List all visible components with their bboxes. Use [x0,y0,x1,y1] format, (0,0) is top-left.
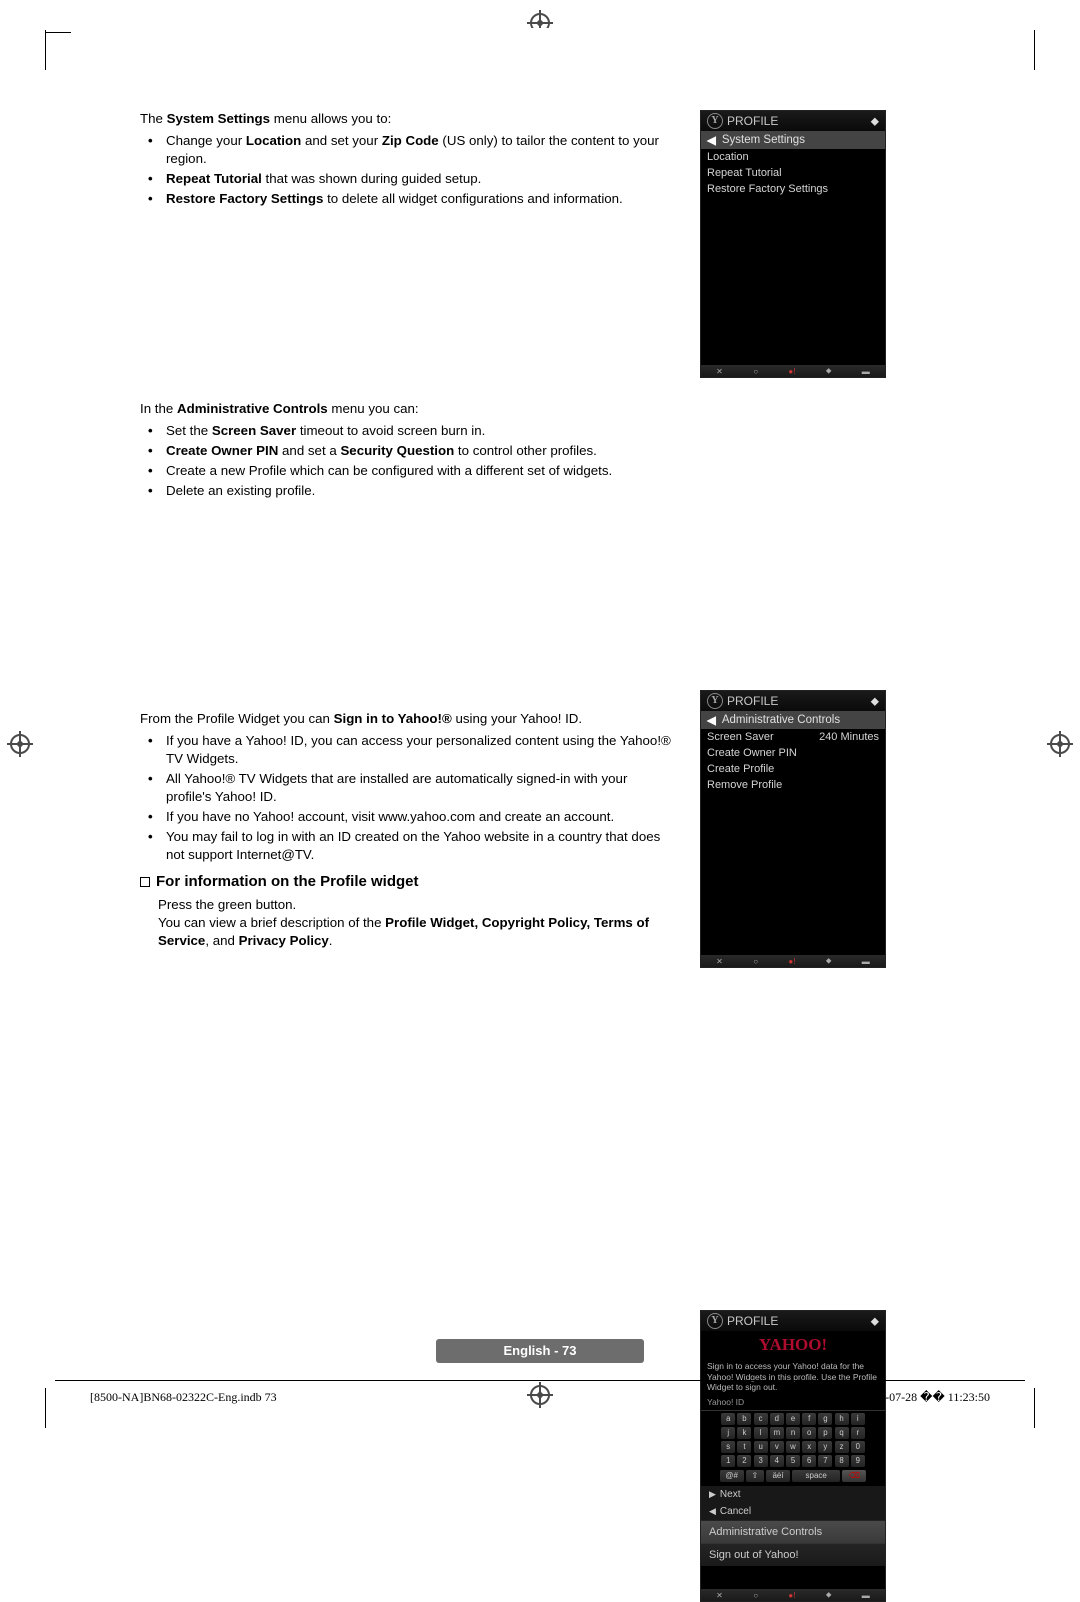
row-restore-factory[interactable]: Restore Factory Settings [701,181,885,197]
yahoo-icon: Y [707,1313,723,1329]
registration-mark-top [525,8,555,28]
key-special-2[interactable]: äėí [766,1470,790,1482]
key-9[interactable]: 9 [851,1455,865,1467]
key-t[interactable]: t [737,1441,751,1453]
key-h[interactable]: h [835,1413,849,1425]
key-w[interactable]: w [786,1441,800,1453]
footer-right: 2009-07-28 �� 11:23:50 [861,1390,990,1405]
registration-mark-left [5,729,35,759]
key-s[interactable]: s [721,1441,735,1453]
key-l[interactable]: l [754,1427,768,1439]
row-repeat-tutorial[interactable]: Repeat Tutorial [701,165,885,181]
yahoo-icon: Y [707,113,723,129]
key-g[interactable]: g [818,1413,832,1425]
key-k[interactable]: k [737,1427,751,1439]
key-v[interactable]: v [770,1441,784,1453]
key-2[interactable]: 2 [737,1455,751,1467]
footer-rule [55,1380,1025,1381]
page-number-pill: English - 73 [436,1339,644,1363]
key-4[interactable]: 4 [770,1455,784,1467]
key-f[interactable]: f [802,1413,816,1425]
star-icon: ⬥ [871,694,879,709]
key-c[interactable]: c [754,1413,768,1425]
footer-left: [8500-NA]BN68-02322C-Eng.indb 73 [90,1390,277,1405]
key-d[interactable]: d [770,1413,784,1425]
star-icon: ⬥ [871,1314,879,1329]
registration-mark-right [1045,729,1075,759]
key-n[interactable]: n [786,1427,800,1439]
key-m[interactable]: m [770,1427,784,1439]
panel-yahoo-signin: YPROFILE⬥ YAHOO! Sign in to access your … [700,1310,886,1602]
key-special-4[interactable]: ⌫ [842,1470,866,1482]
key-q[interactable]: q [835,1427,849,1439]
key-i[interactable]: i [851,1413,865,1425]
sec2-intro: In the Administrative Controls menu you … [140,400,675,418]
signout-row[interactable]: Sign out of Yahoo! [701,1543,885,1566]
key-8[interactable]: 8 [835,1455,849,1467]
key-special-0[interactable]: @# [720,1470,744,1482]
row-location[interactable]: Location [701,149,885,165]
key-special-1[interactable]: ⇧ [746,1470,764,1482]
key-e[interactable]: e [786,1413,800,1425]
profile-info-desc: You can view a brief description of the … [158,914,675,950]
key-b[interactable]: b [737,1413,751,1425]
key-special-3[interactable]: space [792,1470,840,1482]
admin-controls-row[interactable]: Administrative Controls [701,1520,885,1543]
next-row[interactable]: ▶Next [701,1486,885,1503]
sec3-list: If you have a Yahoo! ID, you can access … [140,732,675,864]
panel-system-settings: YPROFILE⬥ ◀System Settings Location Repe… [700,110,886,378]
key-1[interactable]: 1 [721,1455,735,1467]
registration-mark-bottom [525,1380,555,1410]
key-a[interactable]: a [721,1413,735,1425]
back-arrow-icon[interactable]: ◀ [707,133,716,147]
sec2-list: Set the Screen Saver timeout to avoid sc… [140,422,675,500]
yahoo-id-field[interactable]: Yahoo! ID [701,1395,885,1411]
key-r[interactable]: r [851,1427,865,1439]
star-icon: ⬥ [871,114,879,129]
sec1-intro: The System Settings menu allows you to: [140,110,675,128]
key-y[interactable]: y [818,1441,832,1453]
key-6[interactable]: 6 [802,1455,816,1467]
key-p[interactable]: p [818,1427,832,1439]
heading-profile-info: For information on the Profile widget [140,872,675,892]
sec3-intro: From the Profile Widget you can Sign in … [140,710,675,728]
key-5[interactable]: 5 [786,1455,800,1467]
key-u[interactable]: u [754,1441,768,1453]
key-z[interactable]: z [835,1441,849,1453]
press-green: Press the green button. [158,896,675,914]
key-3[interactable]: 3 [754,1455,768,1467]
cancel-row[interactable]: ◀Cancel [701,1503,885,1520]
key-j[interactable]: j [721,1427,735,1439]
yahoo-icon: Y [707,693,723,709]
key-7[interactable]: 7 [818,1455,832,1467]
sec1-list: Change your Location and set your Zip Co… [140,132,675,208]
key-x[interactable]: x [802,1441,816,1453]
onscreen-keyboard[interactable]: abcdefghi jklmnopqr stuvwxyz0 123456789 … [701,1411,885,1486]
key-0[interactable]: 0 [851,1441,865,1453]
key-o[interactable]: o [802,1427,816,1439]
yahoo-logo: YAHOO! [759,1335,827,1355]
